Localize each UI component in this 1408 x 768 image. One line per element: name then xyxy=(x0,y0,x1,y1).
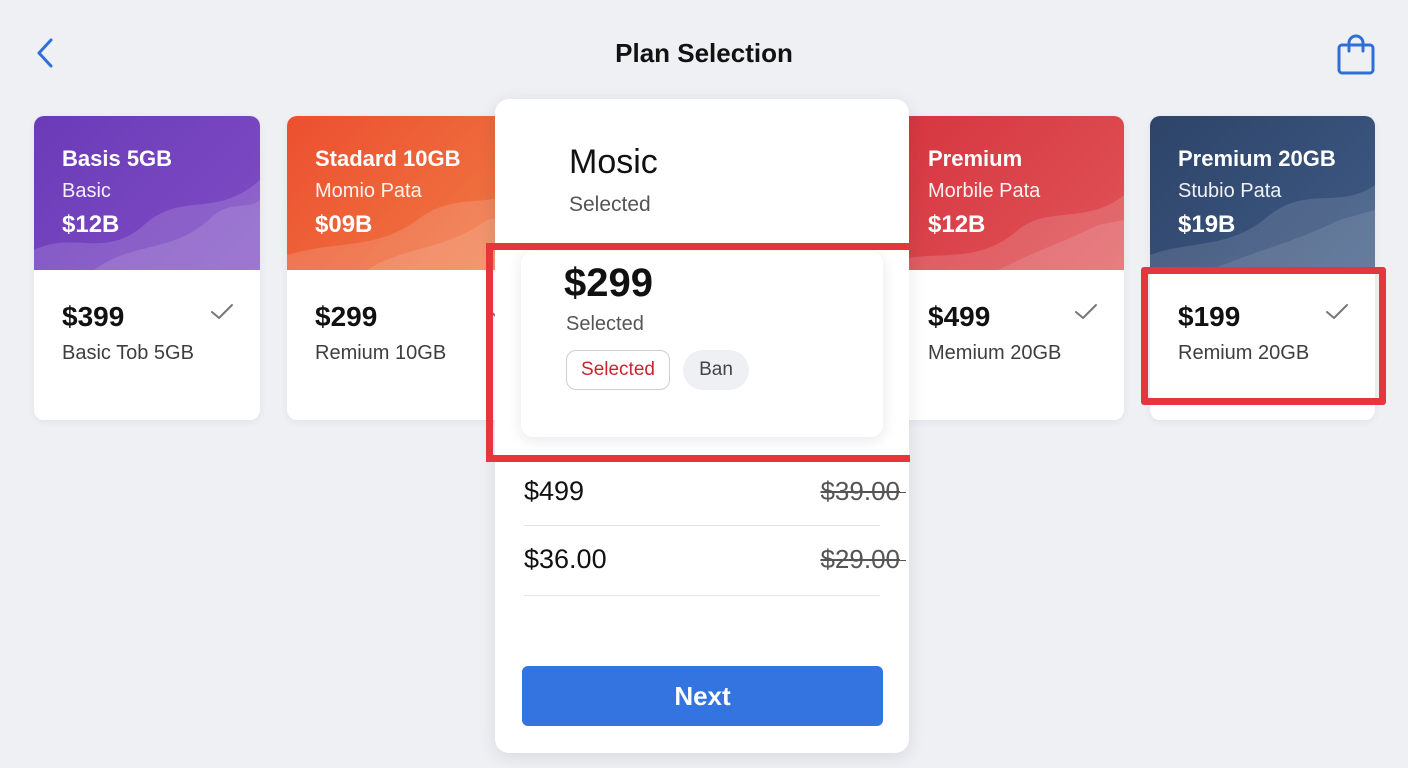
plan-description: Remium 20GB xyxy=(1178,342,1310,364)
plan-code: $19B xyxy=(1178,211,1236,238)
plan-subtitle: Momio Pata xyxy=(315,180,422,202)
plan-price: $299 xyxy=(315,301,378,332)
plan-card-basic[interactable]: Basis 5GB Basic $12B $399 Basic Tob 5GB xyxy=(34,116,260,420)
plan-code: $12B xyxy=(928,211,986,238)
plan-name: Stadard 10GB xyxy=(315,146,461,171)
check-icon xyxy=(211,304,233,319)
price-amount: $499 xyxy=(524,476,585,506)
plan-name: Premium xyxy=(928,146,1023,171)
plan-description: Remium 10GB xyxy=(315,342,447,364)
selected-price-card[interactable]: $299 Selected Selected Ban xyxy=(521,251,883,437)
plan-description: Memium 20GB xyxy=(928,342,1062,364)
plan-subtitle: Stubio Pata xyxy=(1178,180,1282,202)
page-title: Plan Selection xyxy=(615,38,793,68)
plan-name: Premium 20GB xyxy=(1178,146,1336,171)
price-row: $499 $39.00 xyxy=(524,456,906,526)
plan-description: Basic Tob 5GB xyxy=(62,342,194,364)
shopping-bag-icon xyxy=(1337,34,1375,75)
plan-price: $399 xyxy=(62,301,125,332)
price-amount: $36.00 xyxy=(524,544,607,574)
selected-price-status: Selected xyxy=(566,313,644,335)
selected-plan-title: Mosic xyxy=(569,143,658,181)
plan-card-header: Stadard 10GB Momio Pata $09B xyxy=(287,116,513,270)
plan-card-standard[interactable]: Stadard 10GB Momio Pata $09B $299 Remium… xyxy=(287,116,513,420)
check-icon xyxy=(1075,304,1097,319)
plan-price: $199 xyxy=(1178,301,1241,332)
old-price: $39.00 xyxy=(820,476,906,507)
ban-chip[interactable]: Ban xyxy=(683,350,749,390)
old-price: $29.00 xyxy=(820,544,906,575)
selected-chip[interactable]: Selected xyxy=(566,350,670,390)
plan-name: Basis 5GB xyxy=(62,146,173,171)
plan-card-premium-20gb[interactable]: Premium 20GB Stubio Pata $19B $199 Remiu… xyxy=(1150,116,1375,420)
plan-price: $499 xyxy=(928,301,991,332)
selected-price: $299 xyxy=(564,261,653,305)
plan-card-premium[interactable]: Premium Morbile Pata $12B $499 Memium 20… xyxy=(898,116,1124,420)
cart-button[interactable] xyxy=(1334,34,1378,78)
plan-card-header: Basis 5GB Basic $12B xyxy=(34,116,260,270)
price-row: $36.00 $29.00 xyxy=(524,526,906,596)
plan-subtitle: Morbile Pata xyxy=(928,180,1041,202)
plan-card-header: Premium 20GB Stubio Pata $19B xyxy=(1150,116,1375,270)
check-icon xyxy=(1326,304,1348,319)
selected-plan-status: Selected xyxy=(569,193,651,216)
next-button[interactable]: Next xyxy=(522,666,883,726)
plan-code: $09B xyxy=(315,211,373,238)
plan-code: $12B xyxy=(62,211,120,238)
plan-card-header: Premium Morbile Pata $12B xyxy=(898,116,1124,270)
plan-subtitle: Basic xyxy=(62,180,111,202)
